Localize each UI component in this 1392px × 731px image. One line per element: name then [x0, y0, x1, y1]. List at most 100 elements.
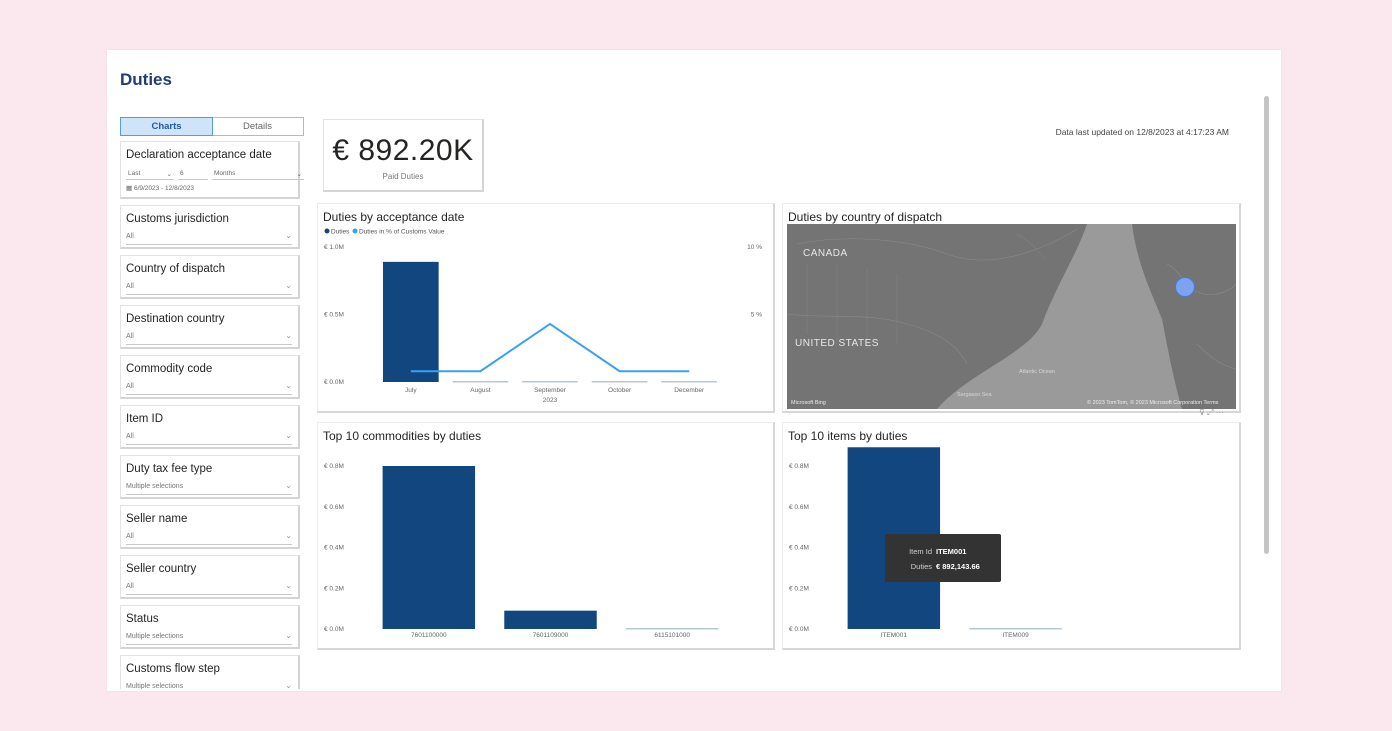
slicer-customs-flow-step: Customs flow step Multiple selections ⌄: [120, 655, 300, 689]
slicer-dropdown[interactable]: All ⌄: [126, 331, 292, 345]
page-scrollbar[interactable]: [1264, 96, 1269, 554]
slicer-commodity-code: Commodity code All ⌄: [120, 355, 300, 399]
bar: [452, 381, 509, 383]
tooltip-id-label: Item Id: [909, 547, 932, 556]
tab-charts[interactable]: Charts: [120, 117, 213, 136]
duties-by-date-card[interactable]: Duties by acceptance date Duties Duties i…: [317, 203, 775, 413]
slicer-title: Seller country: [126, 563, 197, 575]
more-options-icon[interactable]: ⋯: [1216, 408, 1224, 417]
map-attribution: © 2023 TomTom, © 2023 Microsoft Corporat…: [1087, 400, 1219, 406]
slicer-dropdown[interactable]: All ⌄: [126, 581, 292, 595]
x-tick-label: August: [470, 387, 490, 394]
map-background: [787, 224, 1236, 409]
dispatch-map[interactable]: CANADA UNITED STATES Atlantic Ocean Sarg…: [787, 224, 1236, 409]
focus-mode-icon[interactable]: ⤢: [1207, 408, 1213, 417]
slicer-dropdown[interactable]: All ⌄: [126, 531, 292, 545]
top-commodities-chart: € 0.0M € 0.2M € 0.4M € 0.6M € 0.8M 7601100000…: [324, 463, 719, 639]
map-label-us: UNITED STATES: [795, 338, 879, 349]
map-label-sea: Sargasso Sea: [957, 392, 992, 398]
slicer-dropdown[interactable]: Multiple selections ⌄: [126, 631, 292, 645]
legend-marker: [324, 228, 330, 234]
y-tick-label: € 0.0M: [789, 626, 809, 633]
slicer-value: All: [126, 433, 134, 440]
slicer-seller-name: Seller name All ⌄: [120, 505, 300, 549]
slicer-duty-tax-fee-type: Duty tax fee type Multiple selections ⌄: [120, 455, 300, 499]
tab-details[interactable]: Details: [212, 118, 303, 135]
slicer-customs-jurisdiction: Customs jurisdiction All ⌄: [120, 205, 300, 249]
y-tick-label: € 0.6M: [789, 504, 809, 511]
y-tick-label: € 0.4M: [324, 545, 344, 552]
slicer-dropdown[interactable]: All ⌄: [126, 231, 292, 245]
last-updated-text: Data last updated on 12/8/2023 at 4:17:2…: [1055, 127, 1229, 137]
y2-tick-label: 5 %: [751, 312, 762, 319]
slicer-list: Customs jurisdiction All ⌄ Country of dispa…: [120, 205, 304, 689]
series-line: [410, 322, 690, 373]
legend-marker: [352, 228, 358, 234]
paid-duties-card: € 892.20K Paid Duties: [323, 119, 484, 192]
kpi-value: € 892.20K: [332, 134, 474, 167]
top-items-chart: € 0.0M € 0.2M € 0.4M € 0.6M € 0.8M ITEM001 ITE…: [789, 447, 1062, 639]
chevron-down-icon: ⌄: [285, 431, 292, 440]
chevron-down-icon: ⌄: [285, 681, 292, 689]
chevron-down-icon: ⌄: [285, 331, 292, 340]
top-commodities-card[interactable]: Top 10 commodities by duties € 0.0M € 0.2…: [317, 422, 775, 650]
slicer-dropdown[interactable]: All ⌄: [126, 431, 292, 445]
bar: [382, 261, 439, 382]
slicer-title: Country of dispatch: [126, 263, 226, 275]
x-tick-label: 6115101000: [654, 632, 690, 639]
tooltip-duties-label: Duties: [910, 562, 932, 571]
slicer-dropdown[interactable]: All ⌄: [126, 281, 292, 295]
slicer-value: Multiple selections: [126, 483, 184, 490]
x-tick-label: 7601109000: [533, 632, 569, 639]
slicer-destination-country: Destination country All ⌄: [120, 305, 300, 349]
visual-header-icons: ⊽ ⤢ ⋯: [1199, 408, 1224, 418]
y-tick-label: € 0.2M: [789, 585, 809, 592]
map-card[interactable]: Duties by country of dispatch CANADA UNI…: [782, 203, 1241, 413]
slicer-value: Multiple selections: [126, 683, 184, 689]
x-tick-label: 7601100000: [411, 632, 447, 639]
chevron-down-icon: ⌄: [285, 481, 292, 490]
slicer-value: All: [126, 333, 134, 340]
x-tick-label: ITEM009: [1002, 632, 1029, 639]
chevron-down-icon: ⌄: [285, 531, 292, 540]
y-tick-label: € 0.6M: [324, 504, 344, 511]
slicer-dropdown[interactable]: All ⌄: [126, 381, 292, 395]
tooltip-duties-value: € 892,143.66: [936, 562, 980, 571]
slicer-title: Customs jurisdiction: [126, 213, 229, 225]
slicer-dropdown[interactable]: Multiple selections ⌄: [126, 681, 292, 689]
y-tick-label: € 0.5M: [324, 312, 344, 319]
y-tick-label: € 0.2M: [324, 585, 344, 592]
slicer-title: Item ID: [126, 413, 164, 425]
slicer-value: All: [126, 383, 134, 390]
slicer-title: Commodity code: [126, 363, 213, 375]
period-dropdown[interactable]: Last ⌄: [126, 168, 174, 180]
filter-panel: Declaration acceptance date Last ⌄ 6 Mont…: [120, 141, 304, 689]
slicer-value: All: [126, 233, 134, 240]
bar: [382, 466, 476, 629]
bar: [969, 628, 1062, 630]
slicer-title: Declaration acceptance date: [126, 149, 272, 161]
x-tick-label: ITEM001: [881, 632, 908, 639]
x-tick-label: October: [608, 387, 632, 394]
top-items-card[interactable]: Top 10 items by duties € 0.0M € 0.2M € 0.4…: [782, 422, 1241, 650]
y-tick-label: € 0.8M: [324, 463, 344, 470]
date-slicer: Declaration acceptance date Last ⌄ 6 Mont…: [120, 141, 304, 199]
y-tick-label: € 1.0M: [324, 244, 344, 251]
filter-icon[interactable]: ⊽: [1199, 408, 1205, 417]
chevron-down-icon: ⌄: [285, 281, 292, 290]
period-count-input[interactable]: 6: [178, 168, 208, 180]
legend-label: Duties: [331, 229, 350, 236]
calendar-icon: ▦: [126, 185, 133, 192]
slicer-title: Duty tax fee type: [126, 463, 213, 475]
map-label-ocean: Atlantic Ocean: [1019, 369, 1055, 375]
slicer-country-of-dispatch: Country of dispatch All ⌄: [120, 255, 300, 299]
slicer-title: Status: [126, 613, 159, 625]
slicer-dropdown[interactable]: Multiple selections ⌄: [126, 481, 292, 495]
period-unit-dropdown[interactable]: Months ⌄: [212, 168, 304, 180]
x-sub-label: 2023: [543, 397, 558, 404]
map-label-canada: CANADA: [803, 248, 848, 259]
dispatch-bubble[interactable]: [1175, 277, 1195, 297]
y-tick-label: € 0.0M: [324, 379, 344, 386]
legend-label: Duties in % of Customs Value: [359, 229, 445, 236]
slicer-value: All: [126, 583, 134, 590]
